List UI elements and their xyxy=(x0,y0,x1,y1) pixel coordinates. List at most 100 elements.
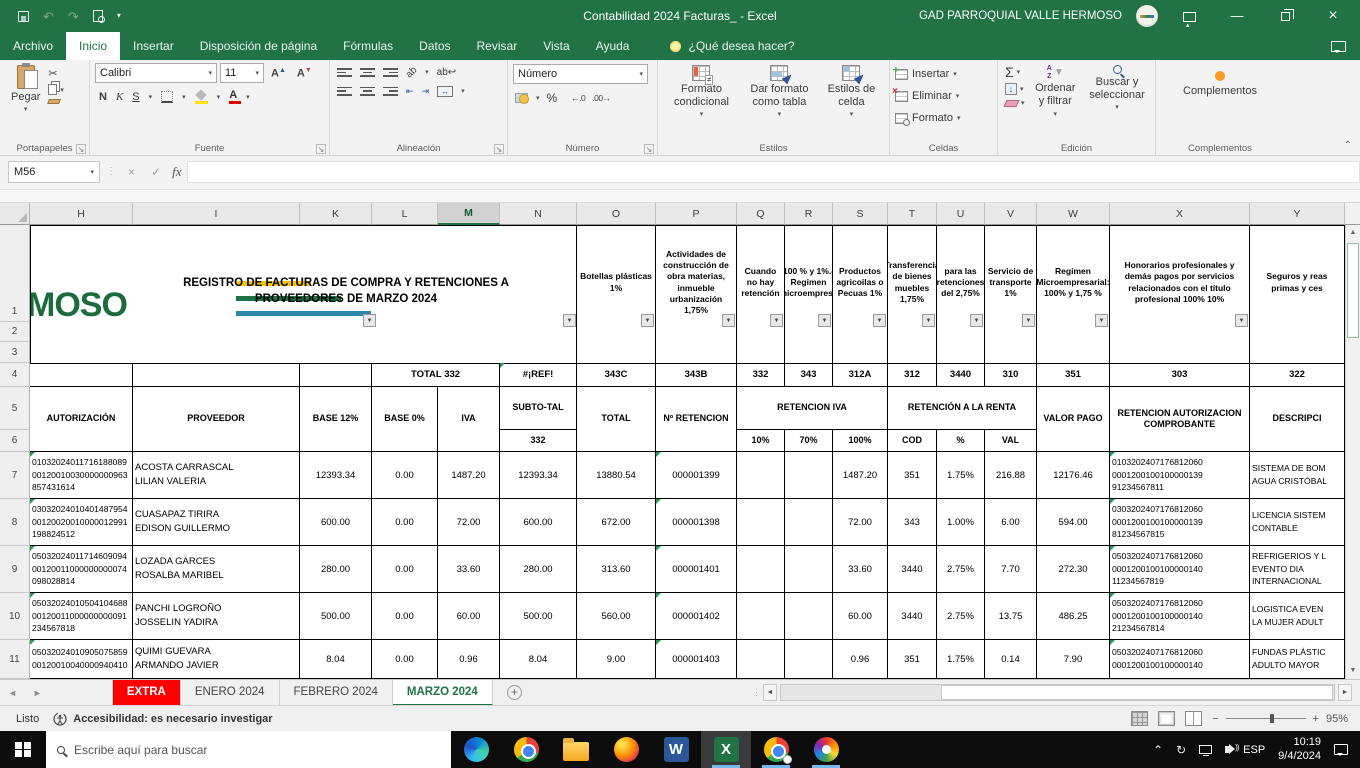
clear-button[interactable]: ▾ xyxy=(1005,99,1025,107)
cell-O5[interactable]: TOTAL xyxy=(577,387,656,452)
row-header-10[interactable]: 10 xyxy=(0,593,30,640)
cell-Y10[interactable]: LOGISTICA EVEN LA MUJER ADULT xyxy=(1250,593,1345,640)
alignment-dialog-launcher[interactable]: ↘ xyxy=(494,144,504,154)
filter-dropdown-icon[interactable]: ▼ xyxy=(770,314,783,327)
find-select-button[interactable]: Buscar y seleccionar▾ xyxy=(1084,63,1150,140)
cell-Q6[interactable]: 10% xyxy=(737,430,785,452)
row-header-8[interactable]: 8 xyxy=(0,499,30,546)
column-header-H[interactable]: H xyxy=(30,203,133,225)
cell-styles-button[interactable]: Estilos de celda▾ xyxy=(819,63,884,140)
cell-T8[interactable]: 343 xyxy=(888,499,937,546)
format-as-table-button[interactable]: Dar formato como tabla▾ xyxy=(740,63,819,140)
scroll-down-icon[interactable]: ▼ xyxy=(1346,663,1360,679)
copy-button[interactable]: ▾ xyxy=(48,84,64,95)
cell-O10[interactable]: 560.00 xyxy=(577,593,656,640)
cell-P1[interactable]: Actividades de construcción de obra mate… xyxy=(656,226,737,364)
cell-N10[interactable]: 500.00 xyxy=(500,593,577,640)
cell-R1[interactable]: 100 % y 1%.- Regimen microempresa▼ xyxy=(785,226,833,364)
cell-K10[interactable]: 500.00 xyxy=(300,593,372,640)
restore-button[interactable] xyxy=(1268,0,1302,32)
cell-M9[interactable]: 33.60 xyxy=(438,546,500,593)
cell-U4[interactable]: 3440 xyxy=(937,363,985,387)
view-normal-button[interactable] xyxy=(1131,711,1148,726)
cell-R6[interactable]: 70% xyxy=(785,430,833,452)
taskbar-excel[interactable]: X xyxy=(701,731,751,768)
align-top-button[interactable] xyxy=(337,66,352,79)
cell-I5[interactable]: PROVEEDOR xyxy=(133,387,300,452)
cell-I9[interactable]: LOZADA GARCES ROSALBA MARIBEL xyxy=(133,546,300,593)
cell-V11[interactable]: 0.14 xyxy=(985,640,1037,679)
account-name[interactable]: GAD PARROQUIAL VALLE HERMOSO xyxy=(919,10,1122,22)
accounting-format-button[interactable] xyxy=(515,93,529,104)
confirm-entry-button[interactable]: ✓ xyxy=(146,165,166,179)
cell-Q10[interactable] xyxy=(737,593,785,640)
cell-P7[interactable]: 000001399 xyxy=(656,452,737,499)
cell-P10[interactable]: 000001402 xyxy=(656,593,737,640)
cell-P8[interactable]: 000001398 xyxy=(656,499,737,546)
cell-K5[interactable]: BASE 12% xyxy=(300,387,372,452)
cell-S7[interactable]: 1487.20 xyxy=(833,452,888,499)
scroll-up-icon[interactable]: ▲ xyxy=(1346,225,1360,241)
taskbar-firefox[interactable] xyxy=(601,731,651,768)
tab-archivo[interactable]: Archivo xyxy=(0,32,66,60)
cell-V9[interactable]: 7.70 xyxy=(985,546,1037,593)
cell-S1[interactable]: Productos agricoilas o Pecuas 1%▼ xyxy=(833,226,888,364)
cell-H10[interactable]: 05032024010504104688 0012001100000000009… xyxy=(30,593,133,640)
cell-M8[interactable]: 72.00 xyxy=(438,499,500,546)
filter-dropdown-icon[interactable]: ▼ xyxy=(970,314,983,327)
cell-U11[interactable]: 1.75% xyxy=(937,640,985,679)
row-header-9[interactable]: 9 xyxy=(0,546,30,593)
cell-L4[interactable]: TOTAL 332 xyxy=(372,363,500,387)
column-header-I[interactable]: I xyxy=(133,203,300,225)
cell-T10[interactable]: 3440 xyxy=(888,593,937,640)
cell-S10[interactable]: 60.00 xyxy=(833,593,888,640)
cell-W7[interactable]: 12176.46 xyxy=(1037,452,1110,499)
format-painter-button[interactable] xyxy=(48,99,64,104)
sheet-next-icon[interactable]: ► xyxy=(25,688,50,698)
volume-icon[interactable] xyxy=(1225,746,1230,753)
cell-M10[interactable]: 60.00 xyxy=(438,593,500,640)
minimize-button[interactable]: — xyxy=(1220,0,1254,32)
taskbar-chrome-profile[interactable] xyxy=(751,731,801,768)
decrease-decimal-button[interactable]: .00→ xyxy=(592,93,610,103)
network-icon[interactable] xyxy=(1199,745,1212,754)
cell-L8[interactable]: 0.00 xyxy=(372,499,438,546)
increase-decimal-button[interactable]: ←.0 xyxy=(571,93,585,103)
cell-T7[interactable]: 351 xyxy=(888,452,937,499)
tab-disposicion[interactable]: Disposición de página xyxy=(187,32,330,60)
column-header-Q[interactable]: Q xyxy=(737,203,785,225)
cell-I4[interactable] xyxy=(133,363,300,387)
column-header-U[interactable]: U xyxy=(937,203,985,225)
taskbar-word[interactable]: W xyxy=(651,731,701,768)
underline-button[interactable]: S xyxy=(132,91,139,103)
row-header-6[interactable]: 6 xyxy=(0,430,30,452)
cell-H11[interactable]: 05032024010905075859 0012001004000094041… xyxy=(30,640,133,679)
cell-H5[interactable]: AUTORIZACIÓN xyxy=(30,387,133,452)
cut-button[interactable]: ✂ xyxy=(48,67,64,80)
cell-Q5[interactable]: RETENCION IVA xyxy=(737,387,888,430)
align-center-button[interactable] xyxy=(360,85,375,98)
cell-H8[interactable]: 03032024010401487954 0012002001000001299… xyxy=(30,499,133,546)
cell-S6[interactable]: 100% xyxy=(833,430,888,452)
view-page-layout-button[interactable] xyxy=(1158,711,1175,726)
column-header-R[interactable]: R xyxy=(785,203,833,225)
cell-L10[interactable]: 0.00 xyxy=(372,593,438,640)
cell-N4[interactable]: #¡REF! xyxy=(500,363,577,387)
cell-H9[interactable]: 05032024011714609094 0012001100000000007… xyxy=(30,546,133,593)
font-dialog-launcher[interactable]: ↘ xyxy=(316,144,326,154)
cell-H7[interactable]: 01032024011716188089 0012001003000000096… xyxy=(30,452,133,499)
number-dialog-launcher[interactable]: ↘ xyxy=(644,144,654,154)
cell-L5[interactable]: BASE 0% xyxy=(372,387,438,452)
cell-X8[interactable]: 0303202407176812060 0001200100100000139 … xyxy=(1110,499,1250,546)
column-header-Y[interactable]: Y xyxy=(1250,203,1345,225)
tell-me-search[interactable]: ¿Qué desea hacer? xyxy=(670,39,794,53)
cell-V10[interactable]: 13.75 xyxy=(985,593,1037,640)
cell-U7[interactable]: 1.75% xyxy=(937,452,985,499)
cell-W5[interactable]: VALOR PAGO xyxy=(1037,387,1110,452)
cell-Y9[interactable]: REFRIGERIOS Y L EVENTO DIA INTERNACIONAL xyxy=(1250,546,1345,593)
cell-W4[interactable]: 351 xyxy=(1037,363,1110,387)
align-middle-button[interactable] xyxy=(360,66,375,79)
cell-P9[interactable]: 000001401 xyxy=(656,546,737,593)
cell-O9[interactable]: 313.60 xyxy=(577,546,656,593)
cell-R9[interactable] xyxy=(785,546,833,593)
